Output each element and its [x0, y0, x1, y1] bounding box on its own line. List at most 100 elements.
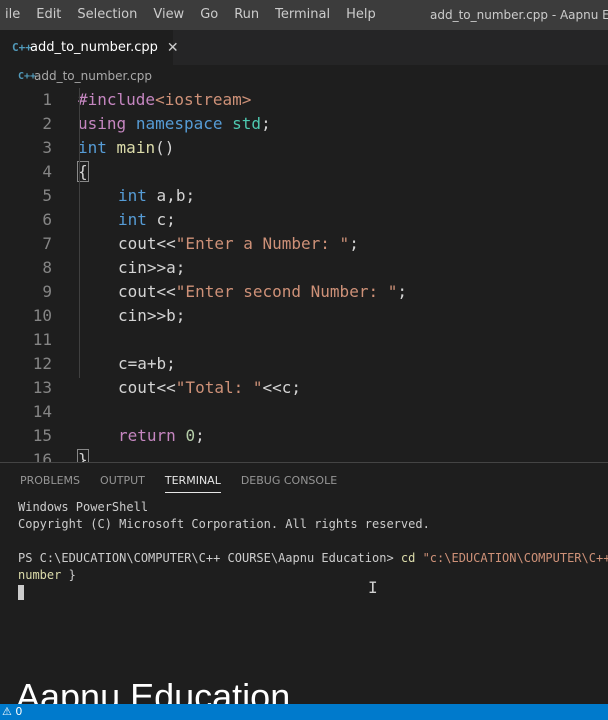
code-text: cout<<"Enter a Number: "; [118, 234, 359, 253]
code-text: cout<<"Enter second Number: "; [118, 282, 407, 301]
code-text: int main() [78, 138, 174, 157]
terminal-output[interactable]: Windows PowerShell Copyright (C) Microso… [18, 499, 608, 601]
function-name: main [116, 137, 156, 157]
keyword: using [78, 113, 127, 133]
code-text: cin>>a; [118, 258, 185, 277]
status-bar: ⚠ 0 [0, 704, 608, 720]
bottom-panel: PROBLEMS OUTPUT TERMINAL DEBUG CONSOLE W… [0, 462, 608, 704]
window-title: add_to_number.cpp - Aapnu Educ [430, 8, 608, 22]
line-number: 15 [32, 425, 52, 445]
code-line: 5 int a,b; [0, 183, 608, 207]
terminal-argument: "c:\EDUCATION\COMPUTER\C++ CO [422, 551, 608, 565]
terminal-prompt: PS C:\EDUCATION\COMPUTER\C++ COURSE\Aapn… [18, 551, 401, 565]
line-number: 8 [42, 257, 52, 277]
line-number: 4 [42, 161, 52, 181]
code-rest: cin>>a; [118, 257, 186, 277]
tab-add-to-number[interactable]: C++ add_to_number.cpp ✕ [0, 30, 179, 65]
code-rest: cout<< [118, 233, 176, 253]
terminal-text: } [61, 568, 76, 582]
tab-problems[interactable]: PROBLEMS [0, 463, 90, 499]
breadcrumb-file[interactable]: add_to_number.cpp [34, 69, 152, 83]
code-rest: <<c; [262, 377, 302, 397]
number-literal: 0 [185, 425, 196, 445]
string-literal: "Enter a Number: " [175, 233, 350, 253]
punctuation: ; [397, 281, 407, 301]
cpp-file-icon: C++ [18, 70, 37, 82]
punctuation: ; [349, 233, 359, 253]
type-keyword: int [118, 185, 147, 205]
line-number: 3 [42, 137, 52, 157]
code-text: c=a+b; [118, 354, 176, 373]
line-number: 12 [32, 353, 52, 373]
terminal-line: number } [18, 567, 608, 584]
terminal-prompt-line: PS C:\EDUCATION\COMPUTER\C++ COURSE\Aapn… [18, 550, 608, 567]
text-cursor-icon: I [368, 578, 378, 597]
code-line: 3 int main() [0, 135, 608, 159]
line-number: 11 [32, 329, 52, 349]
code-rest: c=a+b; [118, 353, 176, 373]
tab-label: add_to_number.cpp [30, 40, 158, 55]
terminal-line [18, 584, 608, 601]
tab-debug-console[interactable]: DEBUG CONSOLE [231, 463, 347, 499]
code-text: return 0; [118, 426, 205, 445]
terminal-line: Copyright (C) Microsoft Corporation. All… [18, 517, 430, 531]
menu-selection[interactable]: Selection [69, 0, 145, 30]
line-number: 1 [42, 89, 52, 109]
include-target: <iostream> [155, 89, 252, 109]
menu-go[interactable]: Go [192, 0, 226, 30]
tab-output[interactable]: OUTPUT [90, 463, 155, 499]
terminal-argument: number [18, 568, 62, 582]
type-keyword: int [78, 137, 107, 157]
terminal-line: Windows PowerShell [18, 500, 149, 514]
code-rest: cout<< [118, 377, 176, 397]
line-number: 2 [42, 113, 52, 133]
line-number: 13 [32, 377, 52, 397]
punctuation: ; [195, 425, 205, 445]
line-number: 9 [42, 281, 52, 301]
code-text: int c; [118, 210, 176, 229]
indent-guide [79, 88, 80, 378]
code-editor[interactable]: 1 #include<iostream> 2 using namespace s… [0, 87, 608, 462]
code-line: 8 cin>>a; [0, 255, 608, 279]
code-line: 7 cout<<"Enter a Number: "; [0, 231, 608, 255]
directive: #include [78, 89, 156, 109]
tab-terminal[interactable]: TERMINAL [155, 463, 231, 499]
code-rest: c; [156, 209, 176, 229]
code-text: using namespace std; [78, 114, 271, 133]
code-line: 16 } [0, 447, 608, 462]
menu-file[interactable]: ile [0, 0, 28, 30]
menu-terminal[interactable]: Terminal [267, 0, 338, 30]
terminal-command: cd [400, 551, 416, 565]
type-keyword: int [118, 209, 147, 229]
code-text: cin>>b; [118, 306, 185, 325]
punctuation: () [155, 137, 175, 157]
menu-help[interactable]: Help [338, 0, 384, 30]
menu-edit[interactable]: Edit [28, 0, 69, 30]
close-brace: } [77, 448, 89, 462]
line-number: 6 [42, 209, 52, 229]
line-number: 10 [32, 305, 52, 325]
code-text: int a,b; [118, 186, 195, 205]
panel-tabs: PROBLEMS OUTPUT TERMINAL DEBUG CONSOLE [0, 463, 347, 499]
menu-run[interactable]: Run [226, 0, 267, 30]
menu-view[interactable]: View [145, 0, 192, 30]
line-number: 16 [32, 449, 52, 463]
keyword: return [118, 425, 176, 445]
namespace-name: std [232, 113, 262, 133]
close-icon[interactable]: ✕ [167, 40, 179, 56]
code-rest: cout<< [118, 281, 176, 301]
code-line: 1 #include<iostream> [0, 87, 608, 111]
terminal-cursor [18, 585, 24, 600]
code-line: 10 cin>>b; [0, 303, 608, 327]
editor-tab-bar: C++ add_to_number.cpp ✕ [0, 30, 608, 65]
code-line: 12 c=a+b; [0, 351, 608, 375]
code-line: 9 cout<<"Enter second Number: "; [0, 279, 608, 303]
code-line: 14 [0, 399, 608, 423]
line-number: 5 [42, 185, 52, 205]
line-number: 7 [42, 233, 52, 253]
code-line: 15 return 0; [0, 423, 608, 447]
status-problems[interactable]: ⚠ 0 [0, 704, 22, 720]
code-rest: cin>>b; [118, 305, 186, 325]
line-number: 14 [32, 401, 52, 421]
